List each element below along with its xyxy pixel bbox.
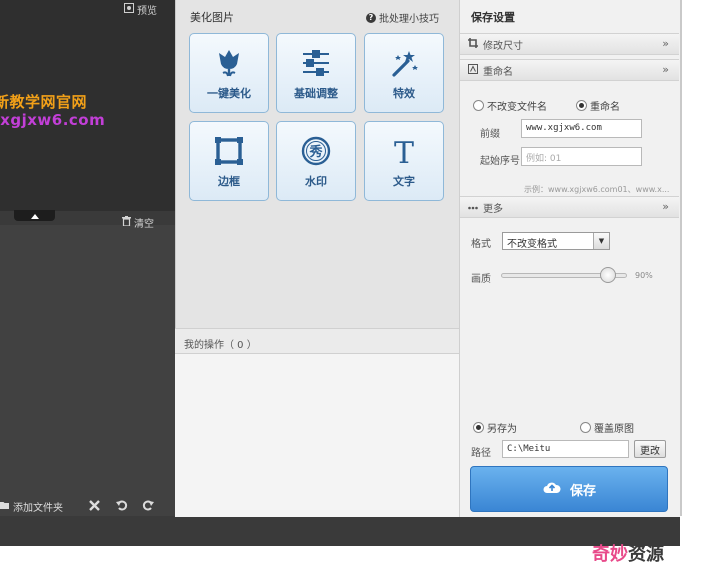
beautify-title: 美化图片 <box>190 11 234 24</box>
overwrite-label: 覆盖原图 <box>594 424 634 435</box>
rename-option-label: 重命名 <box>590 102 620 113</box>
tile-text[interactable]: T 文字 <box>364 121 444 201</box>
trash-icon <box>122 216 131 229</box>
frame-icon <box>215 135 243 167</box>
site-watermark: 奇妙资源 <box>592 540 707 566</box>
my-operations-label: 我的操作（ 0 ） <box>184 340 257 351</box>
quality-label: 画质 <box>471 274 491 285</box>
thumbnail-watermark-url: .xgjxw6.com <box>0 111 106 129</box>
prefix-label: 前缀 <box>480 129 500 140</box>
preview-button[interactable]: 预览 <box>124 2 157 17</box>
format-label: 格式 <box>471 239 491 250</box>
rename-label: 重命名 <box>483 66 513 78</box>
batch-tips-label: 批处理小技巧 <box>379 14 439 25</box>
cloud-upload-icon <box>542 479 562 499</box>
quality-value: 90% <box>635 271 653 280</box>
crop-icon <box>468 37 478 51</box>
folder-icon <box>0 501 9 512</box>
add-folder-label: 添加文件夹 <box>13 503 63 514</box>
resize-section-header[interactable]: 修改尺寸 » <box>460 33 679 55</box>
add-folder-button[interactable]: 添加文件夹 <box>0 499 63 514</box>
start-number-label: 起始序号 <box>480 156 520 167</box>
site-watermark-part2: 资源 <box>628 544 664 565</box>
save-label: 保存 <box>569 483 596 499</box>
no-rename-option[interactable]: 不改变文件名 <box>473 98 547 113</box>
prefix-input[interactable]: www.xgjxw6.com <box>521 119 642 138</box>
my-operations-list <box>175 354 459 517</box>
quality-slider-thumb[interactable] <box>600 267 616 283</box>
bottom-status-strip <box>0 516 680 546</box>
clear-label: 清空 <box>134 219 154 230</box>
ellipsis-icon <box>468 202 478 213</box>
sliders-icon <box>301 47 331 79</box>
collapse-preview-button[interactable] <box>14 210 55 221</box>
path-label: 路径 <box>471 448 491 459</box>
tile-label: 基础调整 <box>294 87 338 100</box>
preview-icon <box>124 3 134 16</box>
clear-button[interactable]: 清空 <box>122 215 154 230</box>
save-settings-title: 保存设置 <box>471 11 515 24</box>
svg-text:T: T <box>394 136 414 166</box>
overwrite-option[interactable]: 覆盖原图 <box>580 420 634 435</box>
no-rename-label: 不改变文件名 <box>487 102 547 113</box>
radio-overwrite[interactable] <box>580 422 591 433</box>
svg-text:秀: 秀 <box>308 144 323 160</box>
tulip-icon <box>215 47 243 79</box>
double-chevron-right-icon: » <box>662 37 669 50</box>
help-icon: ? <box>366 12 376 23</box>
start-number-input[interactable]: 例如: 01 <box>521 147 642 166</box>
save-as-option[interactable]: 另存为 <box>473 420 517 435</box>
tile-label: 边框 <box>218 175 240 188</box>
dropdown-arrow-icon[interactable]: ▼ <box>593 233 609 249</box>
batch-tips-link[interactable]: ? 批处理小技巧 <box>366 10 439 25</box>
more-label: 更多 <box>483 203 503 215</box>
tile-basic-adjust[interactable]: 基础调整 <box>276 33 356 113</box>
tile-watermark[interactable]: 秀 水印 <box>276 121 356 201</box>
tile-effects[interactable]: 特效 <box>364 33 444 113</box>
radio-save-as[interactable] <box>473 422 484 433</box>
tile-label: 一键美化 <box>207 87 251 100</box>
double-chevron-down-icon: » <box>662 200 669 213</box>
remove-icon[interactable] <box>86 497 102 513</box>
save-button[interactable]: 保存 <box>470 466 668 512</box>
window-edge <box>680 0 682 516</box>
rename-icon <box>468 63 478 77</box>
path-input[interactable]: C:\Meitu <box>502 440 629 458</box>
rotate-left-icon[interactable] <box>114 497 130 513</box>
site-watermark-part1: 奇妙 <box>592 544 628 565</box>
preview-label: 预览 <box>137 6 157 17</box>
tile-label: 特效 <box>393 87 415 100</box>
caret-up-icon <box>30 209 39 222</box>
more-section-header[interactable]: 更多 » <box>460 196 679 218</box>
tile-label: 文字 <box>393 175 415 188</box>
rename-section-header[interactable]: 重命名 » <box>460 59 679 81</box>
watermark-stamp-icon: 秀 <box>301 135 331 167</box>
tile-frame[interactable]: 边框 <box>189 121 269 201</box>
magic-wand-icon <box>390 47 418 79</box>
tile-one-click-beautify[interactable]: 一键美化 <box>189 33 269 113</box>
rename-example: 示例：www.xgjxw6.com01、www.x... <box>524 185 670 194</box>
text-t-icon: T <box>390 135 418 167</box>
rename-option[interactable]: 重命名 <box>576 98 620 113</box>
change-path-button[interactable]: 更改 <box>634 440 666 458</box>
double-chevron-down-icon: » <box>662 63 669 76</box>
resize-label: 修改尺寸 <box>483 40 523 52</box>
thumbnail-watermark-title: 新教学网官网 <box>0 93 88 111</box>
save-as-label: 另存为 <box>487 424 517 435</box>
tile-label: 水印 <box>305 175 327 188</box>
radio-rename[interactable] <box>576 100 587 111</box>
rotate-right-icon[interactable] <box>140 497 156 513</box>
radio-no-rename[interactable] <box>473 100 484 111</box>
